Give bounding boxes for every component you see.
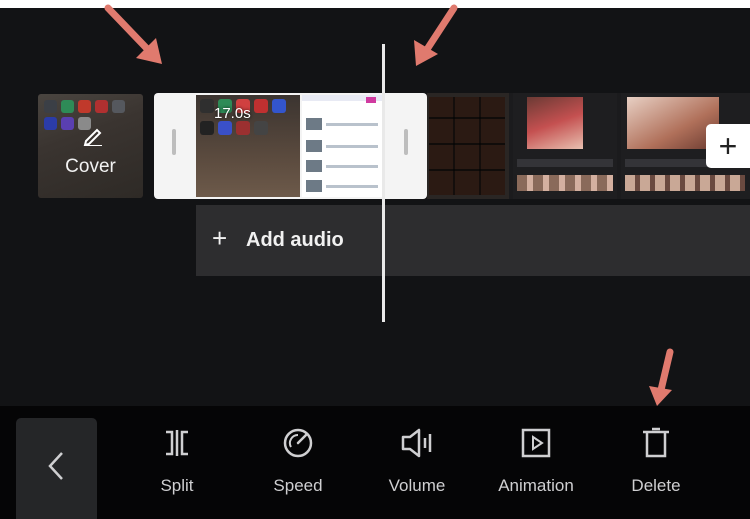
speed-icon bbox=[283, 428, 313, 458]
split-icon bbox=[166, 430, 188, 456]
animation-label: Animation bbox=[498, 476, 574, 495]
delete-icon bbox=[643, 427, 669, 458]
volume-label: Volume bbox=[388, 476, 446, 495]
clip-strip[interactable] bbox=[427, 93, 750, 199]
add-clip-button[interactable]: + bbox=[706, 124, 750, 168]
clip-thumbnail bbox=[513, 93, 617, 199]
animation-icon bbox=[521, 428, 551, 458]
annotation-arrow-icon bbox=[649, 348, 674, 406]
volume-icon bbox=[401, 428, 432, 458]
speed-button[interactable]: Speed bbox=[258, 426, 338, 519]
plus-icon: + bbox=[212, 223, 228, 253]
clip-frame-thumbnail: 17.0s bbox=[196, 95, 300, 197]
cover-thumbnail[interactable]: Cover bbox=[38, 94, 143, 198]
clip-frame-thumbnail bbox=[302, 95, 382, 197]
split-button[interactable]: Split bbox=[140, 426, 214, 519]
back-button[interactable] bbox=[16, 418, 97, 519]
annotation-arrow-icon bbox=[414, 4, 458, 66]
add-audio-button[interactable]: + Add audio bbox=[196, 205, 750, 276]
selected-clip[interactable]: 17.0s bbox=[154, 93, 427, 199]
clip-trim-handle-left[interactable] bbox=[172, 129, 176, 155]
annotation-arrow-icon bbox=[104, 4, 162, 64]
chevron-left-icon bbox=[48, 452, 63, 480]
split-label: Split bbox=[160, 476, 194, 495]
pen-icon bbox=[83, 128, 102, 146]
cover-label: Cover bbox=[65, 156, 116, 177]
timeline-area: Cover 17.0s + + Add audio bbox=[0, 4, 750, 406]
animation-button[interactable]: Animation bbox=[484, 426, 588, 519]
add-audio-label: Add audio bbox=[246, 229, 344, 251]
delete-button[interactable]: Delete bbox=[620, 426, 692, 519]
delete-label: Delete bbox=[631, 476, 681, 495]
clip-duration: 17.0s bbox=[214, 105, 251, 122]
speed-label: Speed bbox=[273, 476, 323, 495]
playhead[interactable] bbox=[382, 44, 385, 322]
volume-button[interactable]: Volume bbox=[374, 426, 460, 519]
video-editor-screen: Cover 17.0s + + Add audio Split Speed Vo… bbox=[0, 4, 750, 519]
bottom-toolbar: Split Speed Volume Animation Delete bbox=[0, 406, 750, 519]
clip-trim-handle-right[interactable] bbox=[404, 129, 408, 155]
clip-thumbnail bbox=[427, 93, 509, 199]
